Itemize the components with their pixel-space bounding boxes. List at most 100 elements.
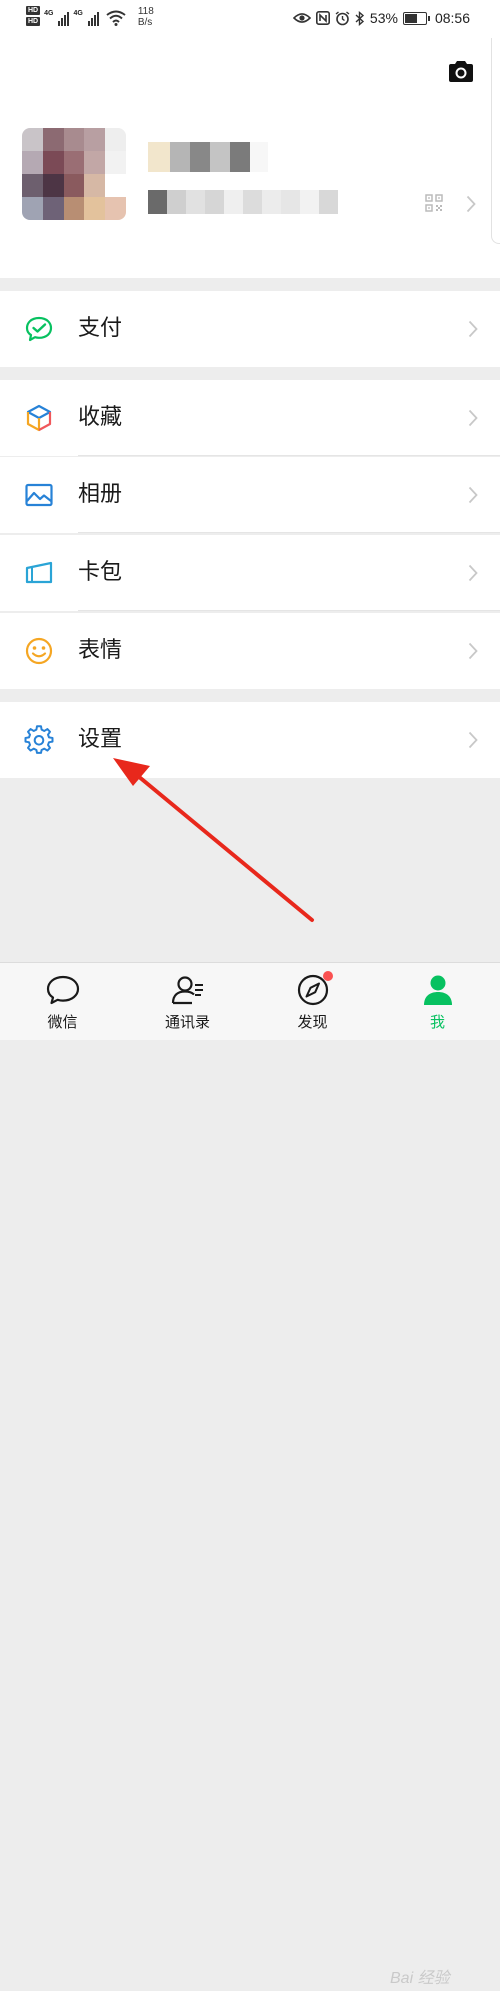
avatar-mosaic-cell [22,128,43,151]
gear-icon [24,725,54,754]
avatar-mosaic-cell [63,197,85,220]
menu-item-album[interactable]: 相册 [0,457,500,533]
menu-item-cards[interactable]: 卡包 [0,535,500,611]
wechat-id-blurred [148,190,338,214]
menu-item-pay[interactable]: 支付 [0,291,500,367]
battery-icon [402,11,430,25]
avatar[interactable] [22,128,126,220]
chevron-right-icon [468,409,478,427]
avatar-mosaic-cell [63,151,85,174]
tab-label-discover: 发现 [297,1013,328,1031]
hd-label: HD [26,17,41,26]
bluetooth-icon [355,10,364,26]
net-speed-value: 118 [137,6,154,17]
menu-label-settings: 设置 [78,727,123,752]
bottom-tab-bar: 微信 通讯录 发现 我 Bai 经验 [0,962,500,1987]
wechat-id-mosaic-cell [167,190,186,214]
nickname-mosaic-cell [230,142,250,172]
tab-label-chats: 微信 [47,1013,78,1031]
avatar-mosaic-cell [22,174,43,197]
tab-label-me: 我 [429,1013,445,1031]
card-wallet-icon [25,561,53,584]
status-right: 53% 08:56 [292,10,470,26]
menu-item-favorites[interactable]: 收藏 [0,380,500,456]
tab-chats[interactable]: 微信 [0,963,125,1040]
wechat-id-mosaic-cell [281,190,300,214]
chat-bubble-icon [46,975,79,1005]
pay-icon [25,316,53,342]
avatar-mosaic-cell [22,151,43,174]
avatar-mosaic-cell [63,174,85,197]
wechat-id-mosaic-cell [148,190,167,214]
avatar-mosaic-cell [42,174,64,197]
menu-item-settings[interactable]: 设置 [0,702,500,778]
status-bar: HD HD 4G 4G 118 B/s 53% 08:56 [0,0,500,38]
album-icon [25,483,53,507]
net-speed: 118 B/s [138,6,154,28]
hd-badges: HD HD [26,6,41,26]
wechat-id-mosaic-cell [224,190,243,214]
divider [78,610,500,611]
chevron-right-icon [468,731,478,749]
hd-label: HD [26,6,41,15]
nickname-mosaic-cell [148,142,170,172]
network-type-label: 4G [73,10,83,17]
watermark-text: Bai 经验 [390,1970,450,1987]
avatar-mosaic-cell [42,197,64,220]
avatar-mosaic-cell [22,197,43,220]
net-speed-unit: B/s [137,17,153,28]
chevron-right-icon [468,642,478,660]
clock: 08:56 [434,10,470,26]
profile-header[interactable] [0,38,500,278]
battery-percent: 53% [369,10,398,26]
tab-discover[interactable]: 发现 [250,963,375,1040]
avatar-mosaic-cell [84,197,106,220]
wechat-id-mosaic-cell [243,190,262,214]
avatar-mosaic-cell [105,174,126,197]
chevron-right-icon [468,320,478,338]
favorites-cube-icon [26,404,52,432]
nickname-mosaic-cell [250,142,268,172]
chevron-right-icon [468,486,478,504]
signal-bars-icon [58,10,70,26]
chevron-right-icon [466,195,476,213]
network-type-label: 4G [44,10,54,17]
avatar-mosaic-cell [105,128,126,151]
divider [78,532,500,533]
menu-item-stickers[interactable]: 表情 [0,613,500,689]
avatar-mosaic-cell [42,151,64,174]
avatar-mosaic-cell [84,174,106,197]
me-person-icon [423,975,452,1005]
qr-code-icon[interactable] [425,194,443,212]
menu-label-album: 相册 [78,482,123,507]
wechat-id-mosaic-cell [186,190,205,214]
eye-icon [292,13,311,23]
nfc-icon [315,11,330,25]
alarm-icon [335,10,350,25]
avatar-mosaic-cell [84,128,106,151]
notification-dot [323,971,333,981]
tab-me[interactable]: 我 [375,963,500,1040]
profile-edge [491,38,500,244]
wechat-id-mosaic-cell [262,190,281,214]
tab-contacts[interactable]: 通讯录 [125,963,250,1040]
nickname-mosaic-cell [210,142,230,172]
chevron-right-icon [468,564,478,582]
divider [78,455,500,456]
menu-label-stickers: 表情 [78,638,123,663]
menu-label-pay: 支付 [78,316,123,341]
avatar-mosaic-cell [105,197,126,220]
wechat-id-mosaic-cell [300,190,319,214]
avatar-mosaic-cell [105,151,126,174]
menu-label-favorites: 收藏 [78,405,123,430]
wechat-id-mosaic-cell [205,190,224,214]
nickname-mosaic-cell [170,142,190,172]
contacts-icon [171,976,203,1005]
camera-icon[interactable] [447,58,475,84]
menu-label-cards: 卡包 [78,560,123,585]
avatar-mosaic-cell [42,128,64,151]
nickname-blurred [148,142,268,172]
avatar-mosaic-cell [63,128,85,151]
smiley-icon [25,637,53,665]
signal-bars-icon [87,10,99,26]
